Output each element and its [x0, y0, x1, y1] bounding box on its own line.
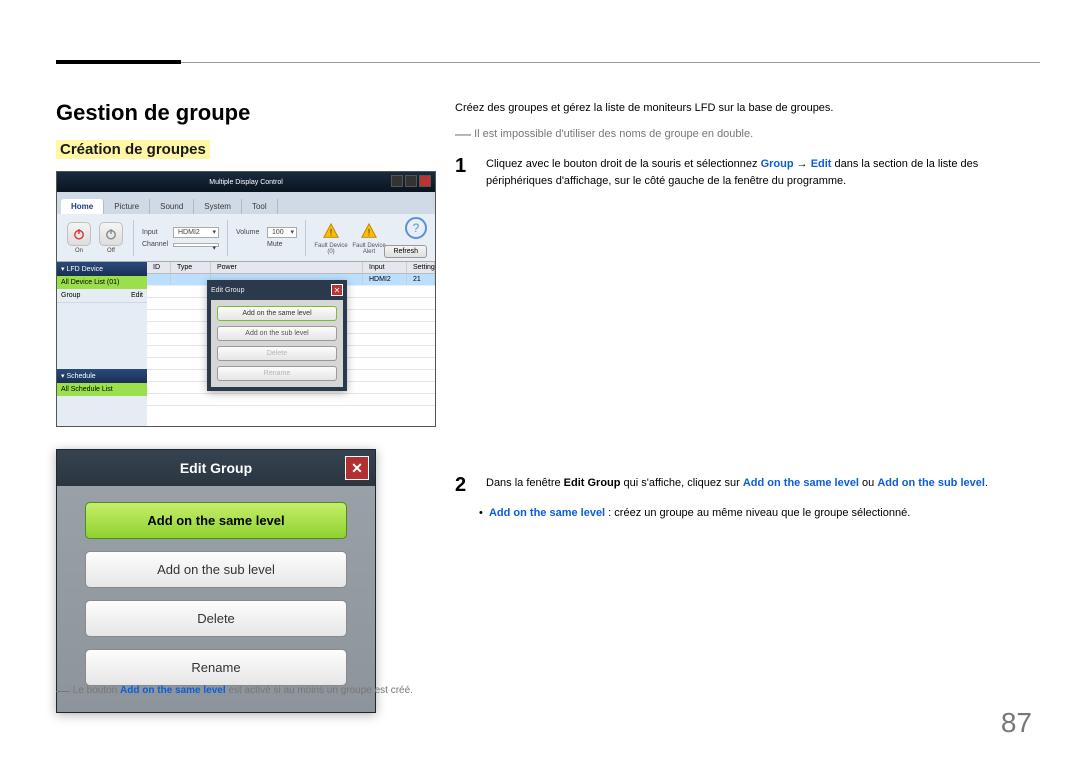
power-on-button[interactable]: On — [65, 222, 93, 254]
power-on-icon — [67, 222, 91, 246]
mdc-titlebar: Multiple Display Control — [57, 172, 435, 192]
dialog-add-same-level-button[interactable]: Add on the same level — [85, 502, 347, 539]
popup-rename-button[interactable]: Rename — [217, 366, 337, 381]
grid-header-power: Power — [211, 262, 363, 273]
section-subheader: Création de groupes — [56, 140, 210, 159]
svg-text:!: ! — [368, 228, 371, 238]
popup-title: Edit Group — [211, 287, 244, 294]
page-number: 87 — [1001, 707, 1032, 739]
power-off-icon — [99, 222, 123, 246]
dialog-delete-button[interactable]: Delete — [85, 600, 347, 637]
fault-device-label: Fault Device (0) — [314, 243, 347, 255]
grid-header: ID Type Power Input Setting — [147, 262, 435, 274]
fault-alert-label: Fault Device Alert — [352, 243, 385, 255]
step-2-number: 2 — [455, 475, 471, 495]
grid-header-setting: Setting — [407, 262, 435, 273]
channel-label: Channel — [142, 241, 170, 248]
grid-header-input: Input — [363, 262, 407, 273]
power-off-button[interactable]: Off — [97, 222, 125, 254]
dialog-add-sub-level-button[interactable]: Add on the sub level — [85, 551, 347, 588]
svg-text:!: ! — [330, 228, 333, 238]
volume-label: Volume — [236, 229, 264, 236]
page-title: Gestion de groupe — [56, 100, 436, 126]
fault-alert-button[interactable]: ! Fault Device Alert — [352, 220, 386, 255]
step-1-text: Cliquez avec le bouton droit de la souri… — [486, 156, 1020, 191]
grid-header-id: ID — [147, 262, 171, 273]
tab-system[interactable]: System — [194, 199, 242, 214]
sidebar-group-label: Group — [61, 292, 80, 299]
tab-home[interactable]: Home — [61, 199, 104, 214]
window-max-icon[interactable] — [405, 175, 417, 187]
window-min-icon[interactable] — [391, 175, 403, 187]
channel-select[interactable] — [173, 243, 219, 247]
bullet-text: • Add on the same level : créez un group… — [487, 505, 1020, 523]
step-2-text: Dans la fenêtre Edit Group qui s'affiche… — [486, 475, 1020, 495]
fault-device-button[interactable]: ! Fault Device (0) — [314, 220, 348, 255]
mdc-toolbar: On Off InputHDMI2 Channel Volume100 Mute… — [57, 214, 435, 262]
edit-group-popup: Edit Group ✕ Add on the same level Add o… — [207, 280, 347, 391]
mdc-title: Multiple Display Control — [209, 179, 283, 186]
popup-close-button[interactable]: ✕ — [331, 284, 343, 296]
dialog-close-button[interactable]: ✕ — [345, 456, 369, 480]
refresh-button[interactable]: Refresh — [384, 245, 427, 258]
popup-add-same-level-button[interactable]: Add on the same level — [217, 306, 337, 321]
tab-tool[interactable]: Tool — [242, 199, 278, 214]
help-icon[interactable]: ? — [405, 217, 427, 239]
tab-picture[interactable]: Picture — [104, 199, 150, 214]
mute-label[interactable]: Mute — [267, 241, 283, 248]
window-close-icon[interactable] — [419, 175, 431, 187]
edit-group-dialog: Edit Group ✕ Add on the same level Add o… — [56, 449, 376, 713]
dialog-title: Edit Group — [180, 460, 252, 476]
grid-header-type: Type — [171, 262, 211, 273]
input-select[interactable]: HDMI2 — [173, 227, 219, 238]
popup-add-sub-level-button[interactable]: Add on the sub level — [217, 326, 337, 341]
sidebar-all-devices[interactable]: All Device List (01) — [57, 276, 147, 289]
footnote: ― Le bouton Add on the same level est ac… — [56, 680, 413, 696]
mdc-window: Multiple Display Control Home Picture So… — [56, 171, 436, 427]
grid-cell-input: HDMI2 — [363, 274, 407, 285]
power-on-label: On — [75, 248, 83, 254]
sidebar-schedule-header[interactable]: ▾ Schedule — [57, 369, 147, 383]
step-1-number: 1 — [455, 156, 471, 191]
volume-value[interactable]: 100 — [267, 227, 297, 238]
fault-alert-icon: ! — [358, 220, 380, 242]
popup-delete-button[interactable]: Delete — [217, 346, 337, 361]
grid-cell-setting: 21 — [407, 274, 435, 285]
tab-sound[interactable]: Sound — [150, 199, 194, 214]
sidebar-all-schedule[interactable]: All Schedule List — [57, 383, 147, 396]
sidebar-lfd-header[interactable]: ▾ LFD Device — [57, 262, 147, 276]
fault-device-icon: ! — [320, 220, 342, 242]
intro-text: Créez des groupes et gérez la liste de m… — [455, 100, 1020, 118]
note-text: ― Il est impossible d'utiliser des noms … — [455, 124, 1020, 142]
mdc-tabs: Home Picture Sound System Tool — [57, 192, 435, 214]
input-label: Input — [142, 229, 170, 236]
power-off-label: Off — [107, 248, 115, 254]
sidebar-group-edit[interactable]: Edit — [131, 292, 143, 299]
sidebar-group-row[interactable]: Group Edit — [57, 289, 147, 303]
